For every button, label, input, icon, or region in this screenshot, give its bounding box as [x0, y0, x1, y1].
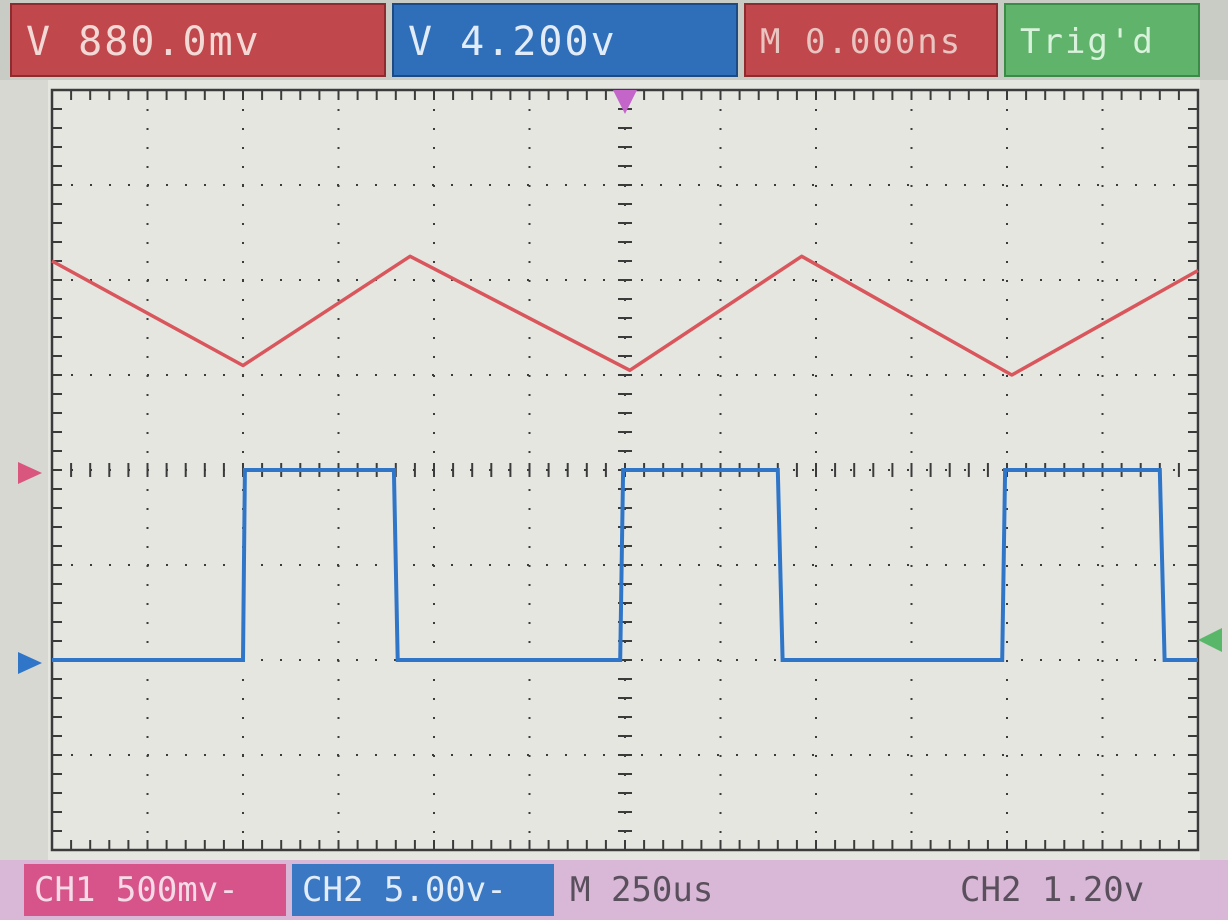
- bottom-status-bar: CH1 500mv- CH2 5.00v- M 250us CH2 1.20v: [0, 860, 1228, 920]
- trigger-level-label: CH2 1.20v: [960, 870, 1145, 910]
- ch1-scale-label: CH1 500mv-: [24, 864, 286, 916]
- oscilloscope-screen: [18, 88, 1222, 852]
- timebase-label: M 250us: [570, 870, 714, 910]
- ch2-ground-marker: [18, 652, 42, 674]
- ch2-scale-label: CH2 5.00v-: [292, 864, 554, 916]
- trigger-level-marker: [1198, 628, 1222, 652]
- ch1-ground-marker: [18, 462, 42, 484]
